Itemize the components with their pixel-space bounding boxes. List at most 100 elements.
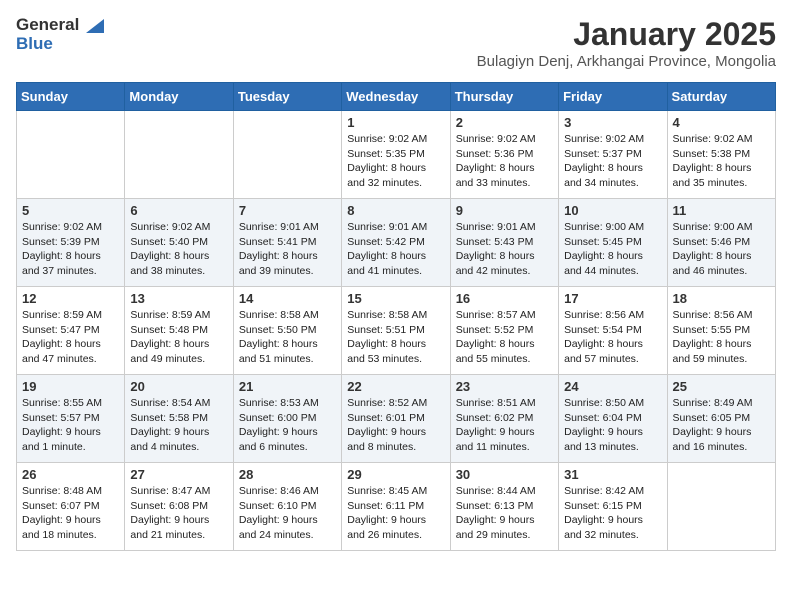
calendar-table: SundayMondayTuesdayWednesdayThursdayFrid… [16, 82, 776, 551]
calendar-day-23: 23 Sunrise: 8:51 AM Sunset: 6:02 PM Dayli… [450, 375, 558, 463]
day-content: Sunrise: 8:57 AM Sunset: 5:52 PM Dayligh… [456, 308, 553, 367]
day-content: Sunrise: 8:52 AM Sunset: 6:01 PM Dayligh… [347, 396, 444, 455]
calendar-day-20: 20 Sunrise: 8:54 AM Sunset: 5:58 PM Dayli… [125, 375, 233, 463]
calendar-day-9: 9 Sunrise: 9:01 AM Sunset: 5:43 PM Daylig… [450, 199, 558, 287]
weekday-header-row: SundayMondayTuesdayWednesdayThursdayFrid… [17, 83, 776, 111]
day-number: 1 [347, 115, 444, 130]
day-content: Sunrise: 8:53 AM Sunset: 6:00 PM Dayligh… [239, 396, 336, 455]
day-number: 17 [564, 291, 661, 306]
calendar-day-3: 3Sunrise: 9:02 AM Sunset: 5:37 PM Daylig… [559, 111, 667, 199]
day-content: Sunrise: 9:01 AM Sunset: 5:41 PM Dayligh… [239, 220, 336, 279]
day-number: 9 [456, 203, 553, 218]
day-content: Sunrise: 9:02 AM Sunset: 5:37 PM Dayligh… [564, 132, 661, 191]
weekday-header-saturday: Saturday [667, 83, 775, 111]
day-content: Sunrise: 8:46 AM Sunset: 6:10 PM Dayligh… [239, 484, 336, 543]
weekday-header-wednesday: Wednesday [342, 83, 450, 111]
calendar-day-30: 30Sunrise: 8:44 AM Sunset: 6:13 PM Dayli… [450, 463, 558, 551]
day-content: Sunrise: 8:45 AM Sunset: 6:11 PM Dayligh… [347, 484, 444, 543]
calendar-day-13: 13Sunrise: 8:59 AM Sunset: 5:48 PM Dayli… [125, 287, 233, 375]
day-content: Sunrise: 8:59 AM Sunset: 5:47 PM Dayligh… [22, 308, 119, 367]
day-content: Sunrise: 8:49 AM Sunset: 6:05 PM Dayligh… [673, 396, 770, 455]
weekday-header-monday: Monday [125, 83, 233, 111]
calendar-day-10: 10Sunrise: 9:00 AM Sunset: 5:45 PM Dayli… [559, 199, 667, 287]
calendar-day-31: 31Sunrise: 8:42 AM Sunset: 6:15 PM Dayli… [559, 463, 667, 551]
day-number: 22 [347, 379, 444, 394]
day-content: Sunrise: 9:02 AM Sunset: 5:38 PM Dayligh… [673, 132, 770, 191]
calendar-week-row: 26 Sunrise: 8:48 AM Sunset: 6:07 PM Dayli… [17, 463, 776, 551]
day-content: Sunrise: 9:02 AM Sunset: 5:36 PM Dayligh… [456, 132, 553, 191]
day-content: Sunrise: 8:54 AM Sunset: 5:58 PM Dayligh… [130, 396, 227, 455]
day-number: 19 [22, 379, 119, 394]
calendar-day-18: 18 Sunrise: 8:56 AM Sunset: 5:55 PM Dayli… [667, 287, 775, 375]
day-number: 31 [564, 467, 661, 482]
day-number: 20 [130, 379, 227, 394]
logo-text: General Blue [16, 16, 104, 53]
calendar-body: 1Sunrise: 9:02 AM Sunset: 5:35 PM Daylig… [17, 111, 776, 551]
calendar-day-15: 15 Sunrise: 8:58 AM Sunset: 5:51 PM Dayli… [342, 287, 450, 375]
day-number: 11 [673, 203, 770, 218]
day-number: 18 [673, 291, 770, 306]
day-number: 28 [239, 467, 336, 482]
day-number: 26 [22, 467, 119, 482]
day-content: Sunrise: 8:44 AM Sunset: 6:13 PM Dayligh… [456, 484, 553, 543]
calendar-day-12: 12 Sunrise: 8:59 AM Sunset: 5:47 PM Dayli… [17, 287, 125, 375]
day-number: 7 [239, 203, 336, 218]
calendar-day-24: 24Sunrise: 8:50 AM Sunset: 6:04 PM Dayli… [559, 375, 667, 463]
day-number: 29 [347, 467, 444, 482]
calendar-day-25: 25Sunrise: 8:49 AM Sunset: 6:05 PM Dayli… [667, 375, 775, 463]
calendar-empty-cell [17, 111, 125, 199]
day-content: Sunrise: 8:51 AM Sunset: 6:02 PM Dayligh… [456, 396, 553, 455]
calendar-day-5: 5 Sunrise: 9:02 AM Sunset: 5:39 PM Daylig… [17, 199, 125, 287]
calendar-day-27: 27Sunrise: 8:47 AM Sunset: 6:08 PM Dayli… [125, 463, 233, 551]
calendar-day-17: 17 Sunrise: 8:56 AM Sunset: 5:54 PM Dayli… [559, 287, 667, 375]
day-number: 8 [347, 203, 444, 218]
calendar-day-22: 22 Sunrise: 8:52 AM Sunset: 6:01 PM Dayli… [342, 375, 450, 463]
day-number: 5 [22, 203, 119, 218]
day-content: Sunrise: 8:58 AM Sunset: 5:51 PM Dayligh… [347, 308, 444, 367]
weekday-header-sunday: Sunday [17, 83, 125, 111]
day-number: 27 [130, 467, 227, 482]
calendar-day-19: 19 Sunrise: 8:55 AM Sunset: 5:57 PM Dayli… [17, 375, 125, 463]
calendar-day-11: 11 Sunrise: 9:00 AM Sunset: 5:46 PM Dayli… [667, 199, 775, 287]
day-number: 16 [456, 291, 553, 306]
day-number: 12 [22, 291, 119, 306]
calendar-day-7: 7 Sunrise: 9:01 AM Sunset: 5:41 PM Daylig… [233, 199, 341, 287]
calendar-empty-cell [125, 111, 233, 199]
day-content: Sunrise: 8:59 AM Sunset: 5:48 PM Dayligh… [130, 308, 227, 367]
weekday-header-tuesday: Tuesday [233, 83, 341, 111]
logo: General Blue [16, 16, 104, 53]
day-content: Sunrise: 9:01 AM Sunset: 5:43 PM Dayligh… [456, 220, 553, 279]
calendar-week-row: 19 Sunrise: 8:55 AM Sunset: 5:57 PM Dayli… [17, 375, 776, 463]
calendar-day-8: 8 Sunrise: 9:01 AM Sunset: 5:42 PM Daylig… [342, 199, 450, 287]
day-content: Sunrise: 9:00 AM Sunset: 5:45 PM Dayligh… [564, 220, 661, 279]
day-number: 14 [239, 291, 336, 306]
day-number: 4 [673, 115, 770, 130]
calendar-header: SundayMondayTuesdayWednesdayThursdayFrid… [17, 83, 776, 111]
calendar-day-16: 16 Sunrise: 8:57 AM Sunset: 5:52 PM Dayli… [450, 287, 558, 375]
day-number: 24 [564, 379, 661, 394]
calendar-day-14: 14 Sunrise: 8:58 AM Sunset: 5:50 PM Dayli… [233, 287, 341, 375]
day-content: Sunrise: 9:00 AM Sunset: 5:46 PM Dayligh… [673, 220, 770, 279]
logo-triangle-icon [86, 19, 104, 33]
calendar-week-row: 12 Sunrise: 8:59 AM Sunset: 5:47 PM Dayli… [17, 287, 776, 375]
calendar-day-28: 28 Sunrise: 8:46 AM Sunset: 6:10 PM Dayli… [233, 463, 341, 551]
calendar-day-6: 6Sunrise: 9:02 AM Sunset: 5:40 PM Daylig… [125, 199, 233, 287]
day-content: Sunrise: 8:56 AM Sunset: 5:54 PM Dayligh… [564, 308, 661, 367]
weekday-header-friday: Friday [559, 83, 667, 111]
day-content: Sunrise: 9:01 AM Sunset: 5:42 PM Dayligh… [347, 220, 444, 279]
location-subtitle: Bulagiyn Denj, Arkhangai Province, Mongo… [477, 53, 776, 70]
day-content: Sunrise: 8:58 AM Sunset: 5:50 PM Dayligh… [239, 308, 336, 367]
logo-general: General [16, 16, 104, 35]
calendar-day-1: 1Sunrise: 9:02 AM Sunset: 5:35 PM Daylig… [342, 111, 450, 199]
day-content: Sunrise: 8:56 AM Sunset: 5:55 PM Dayligh… [673, 308, 770, 367]
calendar-week-row: 1Sunrise: 9:02 AM Sunset: 5:35 PM Daylig… [17, 111, 776, 199]
day-content: Sunrise: 8:48 AM Sunset: 6:07 PM Dayligh… [22, 484, 119, 543]
day-content: Sunrise: 9:02 AM Sunset: 5:39 PM Dayligh… [22, 220, 119, 279]
day-number: 2 [456, 115, 553, 130]
day-number: 23 [456, 379, 553, 394]
day-content: Sunrise: 8:55 AM Sunset: 5:57 PM Dayligh… [22, 396, 119, 455]
day-number: 21 [239, 379, 336, 394]
logo-blue: Blue [16, 35, 104, 54]
calendar-day-26: 26 Sunrise: 8:48 AM Sunset: 6:07 PM Dayli… [17, 463, 125, 551]
day-number: 15 [347, 291, 444, 306]
